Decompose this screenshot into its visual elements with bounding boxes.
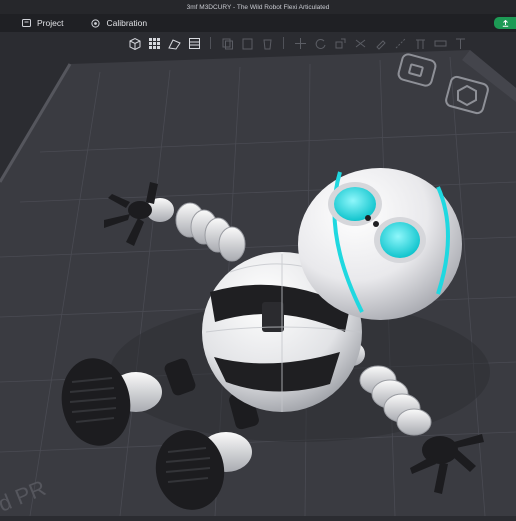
support-icon[interactable] [412,35,428,51]
move-icon[interactable] [292,35,308,51]
seam-icon[interactable] [392,35,408,51]
calibration-tab[interactable]: Calibration [85,14,153,32]
toolbar-separator [210,37,211,49]
layers-icon[interactable] [186,35,202,51]
window-title: 3mf M3DCURY - The Wild Robot Flexi Artic… [186,3,330,11]
add-object-icon[interactable] [126,35,142,51]
menu-bar: Project Calibration [0,14,516,33]
sync-button[interactable] [494,17,516,29]
calibration-label: Calibration [106,18,148,28]
rotate-icon[interactable] [312,35,328,51]
scale-icon[interactable] [332,35,348,51]
paste-icon[interactable] [239,35,255,51]
top-toolbar [126,34,468,52]
grid-arrange-icon[interactable] [146,35,162,51]
project-label: Project [37,18,64,28]
copy-icon[interactable] [219,35,235,51]
paint-icon[interactable] [372,35,388,51]
cut-icon[interactable] [352,35,368,51]
scene: d PR [0,32,516,517]
delete-icon[interactable] [259,35,275,51]
text-icon[interactable] [452,35,468,51]
orient-icon[interactable] [166,35,182,51]
robot-head [298,168,462,320]
upload-icon [502,19,508,27]
calibration-icon [91,18,101,28]
3d-viewport[interactable]: d PR [0,32,516,517]
measure-icon[interactable] [432,35,448,51]
folder-icon [22,19,31,27]
toolbar-separator-2 [283,37,284,49]
title-bar: 3mf M3DCURY - The Wild Robot Flexi Artic… [0,0,516,14]
project-tab[interactable]: Project [16,14,69,32]
